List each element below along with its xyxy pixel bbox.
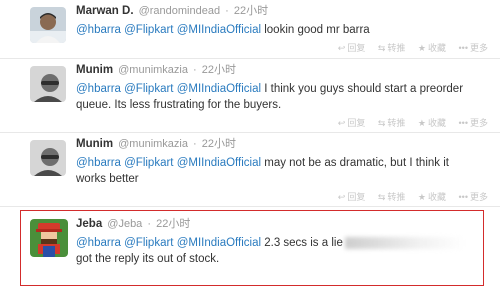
- mention-link[interactable]: @Flipkart: [124, 24, 173, 36]
- more-icon: •••: [458, 43, 468, 53]
- retweet-button[interactable]: ⇆ 转推: [378, 118, 406, 128]
- tweet-fullname[interactable]: Munim: [76, 64, 113, 76]
- more-button[interactable]: ••• 更多: [459, 118, 488, 128]
- tweet-text: @hbarra @Flipkart @MIIndiaOfficial looki…: [76, 22, 466, 38]
- tweet-actions: ↩ 回复 ⇆ 转推 ★ 收藏 ••• 更多: [328, 190, 488, 203]
- tweet-header: Marwan D. @randomindead · 22小时: [76, 4, 490, 18]
- tweet-body: 2.3 secs is a lie: [264, 237, 343, 249]
- tweet-text: @hbarra @Flipkart @MIIndiaOfficial 2.3 s…: [76, 235, 466, 267]
- tweet-item[interactable]: Marwan D. @randomindead · 22小时 @hbarra @…: [0, 0, 500, 59]
- tweet-header: Jeba @Jeba · 22小时: [76, 217, 473, 231]
- tweet-header: Munim @munimkazia · 22小时: [76, 63, 490, 77]
- avatar[interactable]: [30, 140, 66, 176]
- favorite-label: 收藏: [428, 118, 447, 128]
- tweet-username[interactable]: @munimkazia: [118, 64, 188, 76]
- tweet-actions: ↩ 回复 ⇆ 转推 ★ 收藏 ••• 更多: [328, 41, 488, 54]
- tweet-username[interactable]: @Jeba: [107, 218, 142, 230]
- mention-link[interactable]: @MIIndiaOfficial: [177, 83, 261, 95]
- mention-link[interactable]: @MIIndiaOfficial: [177, 24, 261, 36]
- mention-link[interactable]: @hbarra: [76, 83, 121, 95]
- avatar[interactable]: [30, 219, 68, 257]
- favorite-button[interactable]: ★ 收藏: [418, 192, 446, 202]
- retweet-icon: ⇆: [377, 43, 386, 53]
- tweet-actions: ↩ 回复 ⇆ 转推 ★ 收藏 ••• 更多: [328, 116, 488, 129]
- tweet-fullname[interactable]: Munim: [76, 138, 113, 150]
- favorite-label: 收藏: [428, 43, 447, 53]
- reply-icon: ↩: [337, 192, 346, 202]
- star-icon: ★: [417, 192, 426, 202]
- tweet-header: Munim @munimkazia · 22小时: [76, 137, 490, 151]
- highlighted-tweet-item[interactable]: Jeba @Jeba · 22小时 @hbarra @Flipkart @MII…: [20, 210, 484, 286]
- tweet-fullname[interactable]: Marwan D.: [76, 5, 134, 17]
- favorite-button[interactable]: ★ 收藏: [418, 43, 446, 53]
- tweet-time[interactable]: 22小时: [234, 5, 268, 17]
- retweet-button[interactable]: ⇆ 转推: [378, 43, 406, 53]
- tweet-item[interactable]: Munim @munimkazia · 22小时 @hbarra @Flipka…: [0, 133, 500, 207]
- separator-dot: ·: [193, 138, 197, 150]
- more-label: 更多: [469, 118, 488, 128]
- avatar[interactable]: [30, 66, 66, 102]
- retweet-icon: ⇆: [377, 118, 386, 128]
- redacted-blur: [344, 236, 465, 249]
- reply-label: 回复: [347, 192, 366, 202]
- favorite-button[interactable]: ★ 收藏: [418, 118, 446, 128]
- tweet-body-line2: got the reply its out of stock.: [76, 253, 220, 265]
- tweet-username[interactable]: @randomindead: [139, 5, 221, 17]
- separator-dot: ·: [193, 64, 197, 76]
- more-button[interactable]: ••• 更多: [459, 192, 488, 202]
- reply-label: 回复: [347, 118, 366, 128]
- mention-link[interactable]: @hbarra: [76, 237, 121, 249]
- retweet-label: 转推: [387, 118, 406, 128]
- separator-dot: ·: [147, 218, 152, 230]
- tweet-time[interactable]: 22小时: [202, 138, 236, 150]
- mention-link[interactable]: @MIIndiaOfficial: [177, 237, 261, 249]
- tweet-timeline: Marwan D. @randomindead · 22小时 @hbarra @…: [0, 0, 500, 288]
- more-icon: •••: [458, 192, 468, 202]
- tweet-username[interactable]: @munimkazia: [118, 138, 188, 150]
- retweet-label: 转推: [387, 192, 406, 202]
- mention-link[interactable]: @MIIndiaOfficial: [177, 157, 261, 169]
- avatar[interactable]: [30, 7, 66, 43]
- mention-link[interactable]: @Flipkart: [124, 157, 173, 169]
- tweet-text: @hbarra @Flipkart @MIIndiaOfficial I thi…: [76, 81, 466, 113]
- retweet-button[interactable]: ⇆ 转推: [378, 192, 406, 202]
- mention-link[interactable]: @hbarra: [76, 24, 121, 36]
- more-label: 更多: [469, 192, 488, 202]
- tweet-text: @hbarra @Flipkart @MIIndiaOfficial may n…: [76, 155, 466, 187]
- retweet-icon: ⇆: [377, 192, 386, 202]
- reply-label: 回复: [347, 43, 366, 53]
- favorite-label: 收藏: [428, 192, 447, 202]
- tweet-item[interactable]: Munim @munimkazia · 22小时 @hbarra @Flipka…: [0, 59, 500, 133]
- star-icon: ★: [417, 43, 426, 53]
- separator-dot: ·: [225, 5, 229, 17]
- tweet-time[interactable]: 22小时: [156, 218, 190, 230]
- star-icon: ★: [417, 118, 426, 128]
- more-button[interactable]: ••• 更多: [459, 43, 488, 53]
- reply-icon: ↩: [337, 118, 346, 128]
- more-icon: •••: [458, 118, 468, 128]
- more-label: 更多: [469, 43, 488, 53]
- tweet-fullname[interactable]: Jeba: [76, 218, 102, 230]
- tweet-body: lookin good mr barra: [264, 24, 370, 36]
- mention-link[interactable]: @Flipkart: [124, 237, 173, 249]
- reply-button[interactable]: ↩ 回复: [338, 192, 366, 202]
- mention-link[interactable]: @Flipkart: [124, 83, 173, 95]
- retweet-label: 转推: [387, 43, 406, 53]
- tweet-time[interactable]: 22小时: [202, 64, 236, 76]
- reply-button[interactable]: ↩ 回复: [338, 43, 366, 53]
- reply-icon: ↩: [337, 43, 346, 53]
- mention-link[interactable]: @hbarra: [76, 157, 121, 169]
- reply-button[interactable]: ↩ 回复: [338, 118, 366, 128]
